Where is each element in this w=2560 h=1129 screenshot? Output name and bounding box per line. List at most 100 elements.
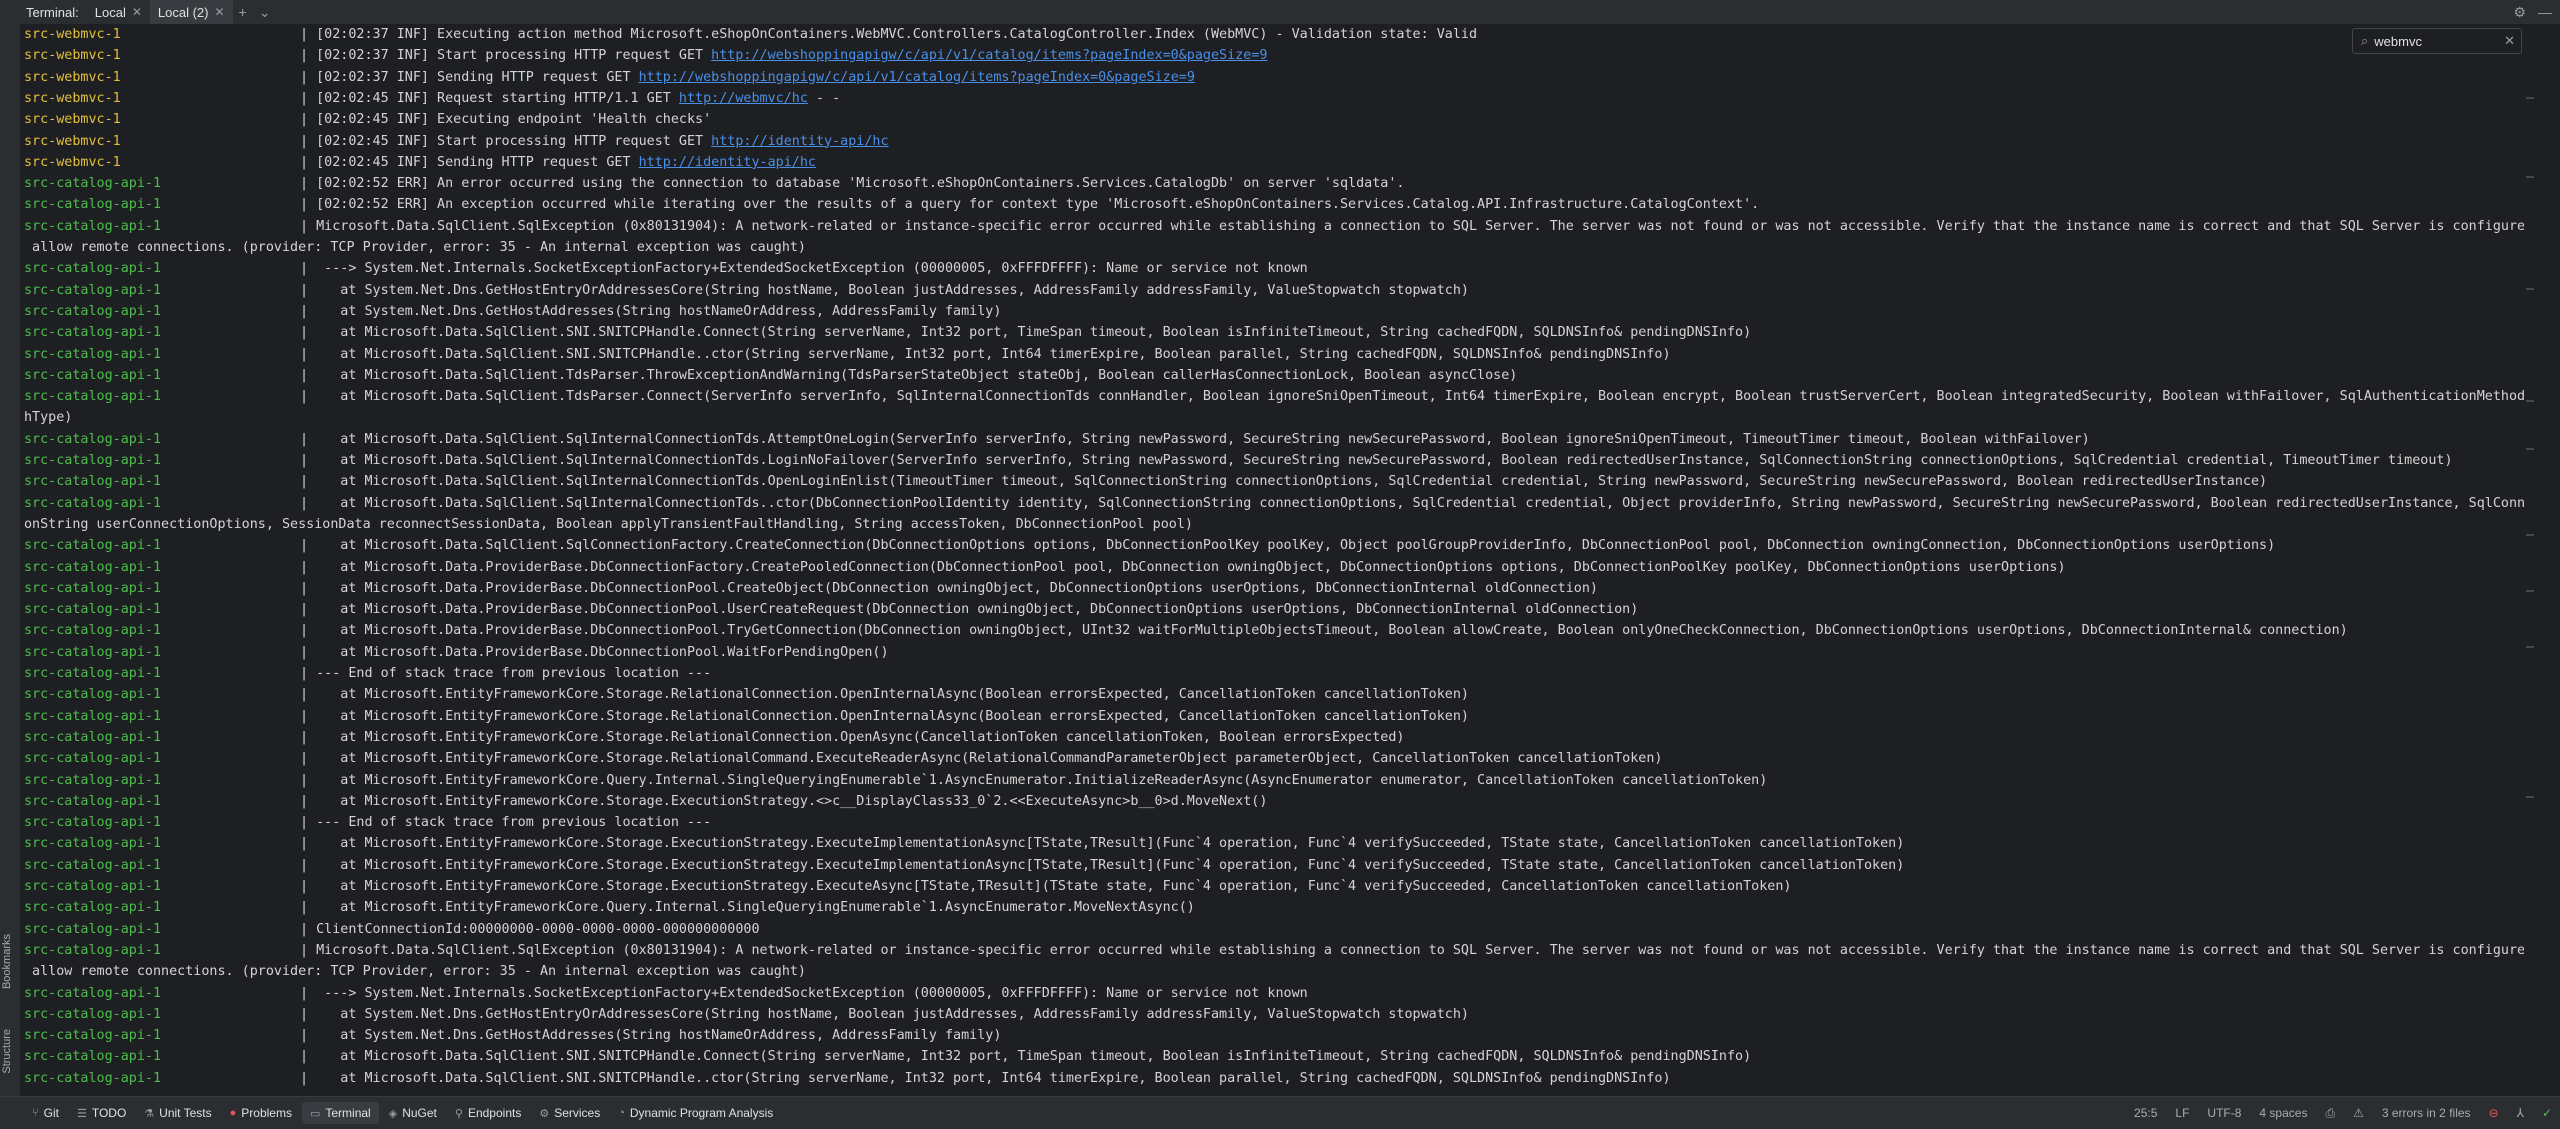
search-input[interactable]: webmvc bbox=[2374, 34, 2422, 49]
service-name: src-catalog-api-1 bbox=[24, 666, 162, 681]
structure-tab[interactable]: Structure bbox=[1, 1029, 13, 1074]
line-separator: | bbox=[300, 453, 317, 468]
tool-nuget[interactable]: ◈ NuGet bbox=[381, 1102, 445, 1124]
analysis-icon: ◔ bbox=[618, 1107, 625, 1119]
log-message: at Microsoft.Data.SqlClient.SqlInternalC… bbox=[316, 474, 2268, 490]
log-message: at Microsoft.EntityFrameworkCore.Storage… bbox=[316, 793, 1268, 809]
tool-unit-tests[interactable]: ⚗ Unit Tests bbox=[136, 1102, 219, 1124]
service-name: src-catalog-api-1 bbox=[24, 751, 162, 767]
log-message: ---> System.Net.Internals.SocketExceptio… bbox=[316, 261, 1308, 277]
caret-position[interactable]: 25:5 bbox=[2134, 1106, 2157, 1120]
scroll-marker bbox=[2526, 400, 2534, 402]
line-separator: | bbox=[300, 282, 317, 298]
terminal-tabbar: Terminal: Local ✕ Local (2) ✕ + ⌄ ⚙ — bbox=[0, 0, 2560, 25]
line-separator: | bbox=[300, 985, 317, 1001]
terminal-line: src-catalog-api-1 | [02:02:52 ERR] An err… bbox=[24, 173, 2524, 194]
log-link[interactable]: http://webshoppingapigw/c/api/v1/catalog… bbox=[639, 70, 1195, 85]
scrollbar[interactable] bbox=[2524, 24, 2560, 1096]
log-message: [02:02:37 INF] Executing action method M… bbox=[316, 27, 1478, 42]
tool-git[interactable]: ⑂ Git bbox=[24, 1102, 67, 1124]
log-message: at System.Net.Dns.GetHostEntryOrAddresse… bbox=[316, 1006, 1469, 1022]
terminal-line: src-webmvc-1 | [02:02:45 INF] Request sta… bbox=[24, 88, 2524, 109]
line-separator: | bbox=[300, 218, 317, 234]
terminal-line: src-catalog-api-1 | Microsoft.Data.SqlCli… bbox=[24, 940, 2524, 961]
tab-label: Local (2) bbox=[157, 4, 209, 20]
service-name: src-webmvc-1 bbox=[24, 90, 121, 106]
add-tab-icon[interactable]: + bbox=[233, 4, 253, 20]
terminal-line: src-catalog-api-1 | at System.Net.Dns.Get… bbox=[24, 301, 2524, 322]
log-message: at Microsoft.EntityFrameworkCore.Storage… bbox=[316, 729, 1405, 745]
terminal-line: src-catalog-api-1 | at Microsoft.EntityFr… bbox=[24, 684, 2524, 705]
lock-icon[interactable]: ⎙ bbox=[2325, 1106, 2335, 1121]
terminal-line: src-catalog-api-1 | at System.Net.Dns.Get… bbox=[24, 1004, 2524, 1025]
tool-todo[interactable]: ☰ TODO bbox=[69, 1102, 134, 1124]
file-encoding[interactable]: UTF-8 bbox=[2207, 1106, 2241, 1120]
terminal-output[interactable]: src-webmvc-1 | [02:02:37 INF] Executing a… bbox=[20, 24, 2524, 1096]
log-link[interactable]: http://identity-api/hc bbox=[711, 134, 888, 149]
error-count[interactable]: 3 errors in 2 files bbox=[2382, 1106, 2471, 1120]
tool-terminal[interactable]: ▭ Terminal bbox=[301, 1102, 379, 1124]
gear-icon[interactable]: ⚙ bbox=[2513, 4, 2526, 21]
log-message: ClientConnectionId:00000000-0000-0000-00… bbox=[316, 921, 760, 937]
tab-local-2[interactable]: Local (2) ✕ bbox=[149, 0, 233, 24]
tool-endpoints[interactable]: ⚲ Endpoints bbox=[447, 1102, 529, 1124]
tool-problems[interactable]: ● Problems bbox=[222, 1102, 300, 1124]
minimize-icon[interactable]: — bbox=[2538, 4, 2552, 20]
line-separator: | bbox=[300, 1028, 317, 1044]
check-icon[interactable]: ✓ bbox=[2542, 1106, 2552, 1120]
terminal-line: src-catalog-api-1 | at Microsoft.EntityFr… bbox=[24, 855, 2524, 876]
log-message: at Microsoft.EntityFrameworkCore.Storage… bbox=[316, 751, 1663, 767]
terminal-line: src-catalog-api-1 | at Microsoft.Data.Sql… bbox=[24, 365, 2524, 386]
log-message: [02:02:45 INF] Executing endpoint 'Healt… bbox=[316, 112, 712, 128]
tool-window-bar: ⑂ Git ☰ TODO ⚗ Unit Tests ● Problems ▭ Termin… bbox=[0, 1096, 2560, 1129]
log-link[interactable]: http://identity-api/hc bbox=[639, 155, 816, 170]
git-icon[interactable]: ⅄ bbox=[2517, 1106, 2524, 1120]
tool-dynamic-program-analysis[interactable]: ◔ Dynamic Program Analysis bbox=[610, 1102, 781, 1124]
line-separator: | bbox=[300, 133, 317, 149]
warning-icon[interactable]: ⚠ bbox=[2353, 1106, 2364, 1120]
terminal-line: src-catalog-api-1 | ClientConnectionId:00… bbox=[24, 919, 2524, 940]
terminal-line: src-catalog-api-1 | at Microsoft.EntityFr… bbox=[24, 706, 2524, 727]
line-separator: | bbox=[300, 197, 317, 213]
close-icon[interactable]: ✕ bbox=[214, 5, 224, 19]
log-message: Microsoft.Data.SqlClient.SqlException (0… bbox=[316, 942, 2524, 958]
service-name: src-catalog-api-1 bbox=[24, 495, 162, 511]
line-separator: | bbox=[300, 367, 317, 383]
terminal-line: src-catalog-api-1 | at Microsoft.Data.Pro… bbox=[24, 557, 2524, 578]
indent-setting[interactable]: 4 spaces bbox=[2259, 1106, 2307, 1120]
terminal-line: src-webmvc-1 | [02:02:45 INF] Start proce… bbox=[24, 131, 2524, 152]
terminal-line: allow remote connections. (provider: TCP… bbox=[24, 961, 2524, 982]
log-link[interactable]: http://webmvc/hc bbox=[679, 91, 808, 106]
bookmarks-tab[interactable]: Bookmarks bbox=[1, 934, 13, 989]
line-separator: | bbox=[300, 1070, 317, 1086]
line-separator: | bbox=[300, 431, 317, 447]
service-name: src-catalog-api-1 bbox=[24, 325, 162, 341]
terminal-line: src-catalog-api-1 | at Microsoft.Data.Sql… bbox=[24, 386, 2524, 407]
line-separator: | bbox=[300, 495, 317, 511]
terminal-line: src-catalog-api-1 | at Microsoft.EntityFr… bbox=[24, 897, 2524, 918]
error-indicator-icon[interactable]: ⊖ bbox=[2489, 1106, 2499, 1120]
log-message: at Microsoft.Data.SqlClient.SqlInternalC… bbox=[316, 495, 2524, 511]
log-message: at System.Net.Dns.GetHostAddresses(Strin… bbox=[316, 303, 1002, 319]
service-name: src-webmvc-1 bbox=[24, 133, 121, 149]
clear-icon[interactable]: ✕ bbox=[2504, 33, 2515, 49]
tool-label: Dynamic Program Analysis bbox=[629, 1106, 774, 1120]
scroll-marker bbox=[2526, 646, 2534, 648]
tab-local[interactable]: Local ✕ bbox=[87, 0, 150, 24]
service-name: src-webmvc-1 bbox=[24, 154, 121, 170]
log-message: at Microsoft.EntityFrameworkCore.Query.I… bbox=[316, 900, 1195, 916]
line-ending[interactable]: LF bbox=[2175, 1106, 2189, 1120]
service-name: src-catalog-api-1 bbox=[24, 474, 162, 490]
service-name: src-webmvc-1 bbox=[24, 27, 121, 42]
line-separator: | bbox=[300, 623, 317, 639]
log-link[interactable]: http://webshoppingapigw/c/api/v1/catalog… bbox=[711, 48, 1267, 63]
log-message: at Microsoft.Data.SqlClient.TdsParser.Co… bbox=[316, 389, 2524, 405]
tool-services[interactable]: ⚙ Services bbox=[531, 1102, 608, 1124]
close-icon[interactable]: ✕ bbox=[132, 5, 142, 19]
terminal-line: onString userConnectionOptions, SessionD… bbox=[24, 514, 2524, 535]
search-box[interactable]: ⌕ webmvc ✕ bbox=[2352, 28, 2522, 54]
chevron-down-icon[interactable]: ⌄ bbox=[253, 4, 277, 21]
line-separator: | bbox=[300, 815, 317, 831]
service-name: src-catalog-api-1 bbox=[24, 623, 162, 639]
line-separator: | bbox=[300, 942, 317, 958]
